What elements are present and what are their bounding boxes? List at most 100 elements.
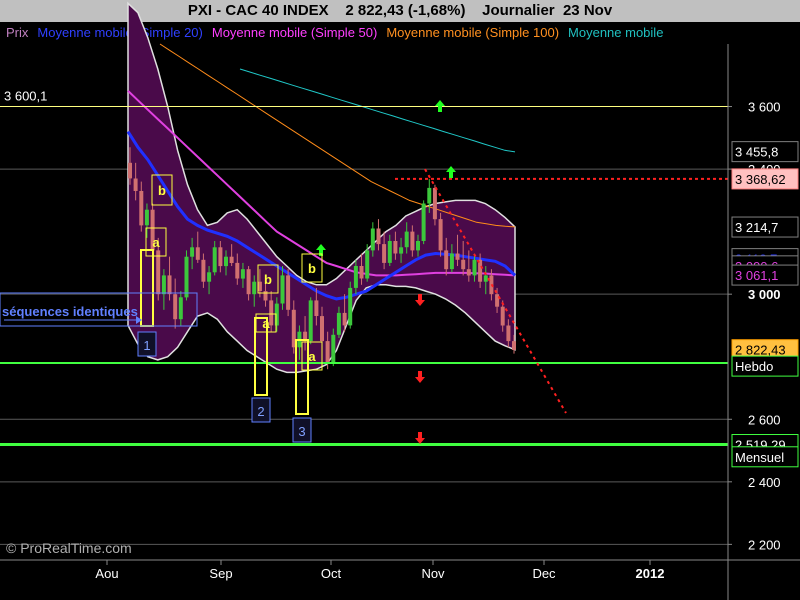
watermark: © ProRealTime.com — [6, 540, 132, 556]
candle — [512, 341, 516, 350]
candle — [161, 275, 166, 295]
value-box-label: 3 455,8 — [735, 145, 778, 160]
candle — [314, 300, 319, 316]
candle — [438, 219, 443, 251]
arrow-head — [415, 300, 425, 306]
candle — [235, 262, 240, 279]
candle — [128, 162, 132, 179]
value-box-label: 3 214,7 — [735, 220, 778, 235]
candle — [167, 275, 172, 295]
candle — [506, 325, 511, 342]
candle — [421, 203, 426, 241]
candle — [336, 312, 341, 335]
candle — [195, 247, 200, 260]
candle — [359, 266, 364, 279]
arrow-shaft — [418, 294, 422, 300]
y-tick-label: 2 200 — [748, 537, 781, 552]
candle — [382, 244, 387, 263]
candle — [207, 272, 212, 282]
value-box-label: Hebdo — [735, 359, 773, 374]
y-tick-label: 2 600 — [748, 412, 781, 427]
candle — [376, 228, 381, 245]
candle — [133, 178, 138, 191]
wave-label: b — [264, 272, 272, 287]
candle — [325, 341, 330, 363]
x-tick-label: Aou — [95, 566, 118, 581]
value-box-label: Mensuel — [735, 450, 784, 465]
wave-label: a — [262, 316, 270, 331]
candle — [410, 231, 415, 251]
candle — [416, 241, 420, 251]
wave-label: b — [158, 183, 166, 198]
candle — [280, 275, 285, 304]
candle — [461, 259, 466, 270]
candle — [173, 294, 178, 320]
candle — [455, 253, 460, 260]
candle — [274, 303, 279, 326]
arrow-shaft — [418, 432, 422, 438]
level-label: 3 600,1 — [4, 89, 47, 104]
ma100-line — [159, 43, 516, 228]
up-arrow-icon — [435, 100, 445, 112]
candle — [472, 259, 477, 276]
candle — [500, 306, 505, 326]
wave-label: b — [308, 261, 316, 276]
x-tick-label: Nov — [421, 566, 445, 581]
candle — [218, 247, 223, 267]
annotation-text: séquences identiques — [2, 304, 138, 319]
candle — [269, 300, 274, 326]
x-tick-label: Dec — [532, 566, 556, 581]
sequence-number: 2 — [257, 404, 264, 419]
candle — [449, 253, 454, 270]
candle — [184, 256, 189, 298]
candle — [190, 247, 195, 257]
x-tick-label: 2012 — [636, 566, 665, 581]
candle — [365, 250, 370, 279]
candle — [156, 250, 161, 295]
arrow-head — [415, 377, 425, 383]
y-tick-label: 3 000 — [748, 287, 781, 302]
arrow-head — [316, 244, 326, 250]
up-arrow-icon — [446, 166, 456, 178]
candle — [404, 231, 409, 248]
candle — [308, 300, 313, 342]
candle — [427, 187, 432, 204]
candle — [212, 247, 217, 273]
candle — [444, 250, 449, 270]
candle — [320, 316, 324, 342]
down-arrow-icon — [415, 432, 425, 444]
candle — [348, 287, 353, 326]
candle — [466, 269, 471, 276]
candle — [393, 241, 398, 254]
value-box-label: 3 368,62 — [735, 172, 786, 187]
candle — [495, 294, 500, 307]
candle — [286, 275, 291, 310]
ma200-line — [239, 68, 516, 153]
wave-label: a — [308, 349, 316, 364]
arrow-shaft — [438, 106, 442, 112]
candle — [144, 209, 149, 226]
candle — [229, 256, 234, 263]
down-arrow-icon — [415, 371, 425, 383]
candle — [246, 269, 251, 295]
candle — [240, 269, 245, 279]
x-tick-label: Oct — [321, 566, 342, 581]
sequence-number: 1 — [143, 338, 150, 353]
candle — [478, 259, 483, 282]
arrow-shaft — [449, 172, 453, 178]
candle — [224, 256, 228, 267]
candle — [252, 281, 257, 295]
candle — [139, 191, 144, 226]
candle — [432, 187, 437, 220]
wave-label: a — [152, 235, 160, 250]
price-chart[interactable]: 3 600,1 b a b a b a 1 2 3 séquences identiques 3 60… — [0, 0, 800, 600]
arrow-shaft — [418, 371, 422, 377]
down-arrow-icon — [415, 294, 425, 306]
value-box-label: 2 822,43 — [735, 343, 786, 358]
candle — [331, 334, 336, 363]
candle — [353, 266, 358, 288]
candle — [178, 297, 183, 320]
y-tick-label: 2 400 — [748, 475, 781, 490]
sequence-number: 3 — [298, 424, 305, 439]
x-tick-label: Sep — [209, 566, 232, 581]
